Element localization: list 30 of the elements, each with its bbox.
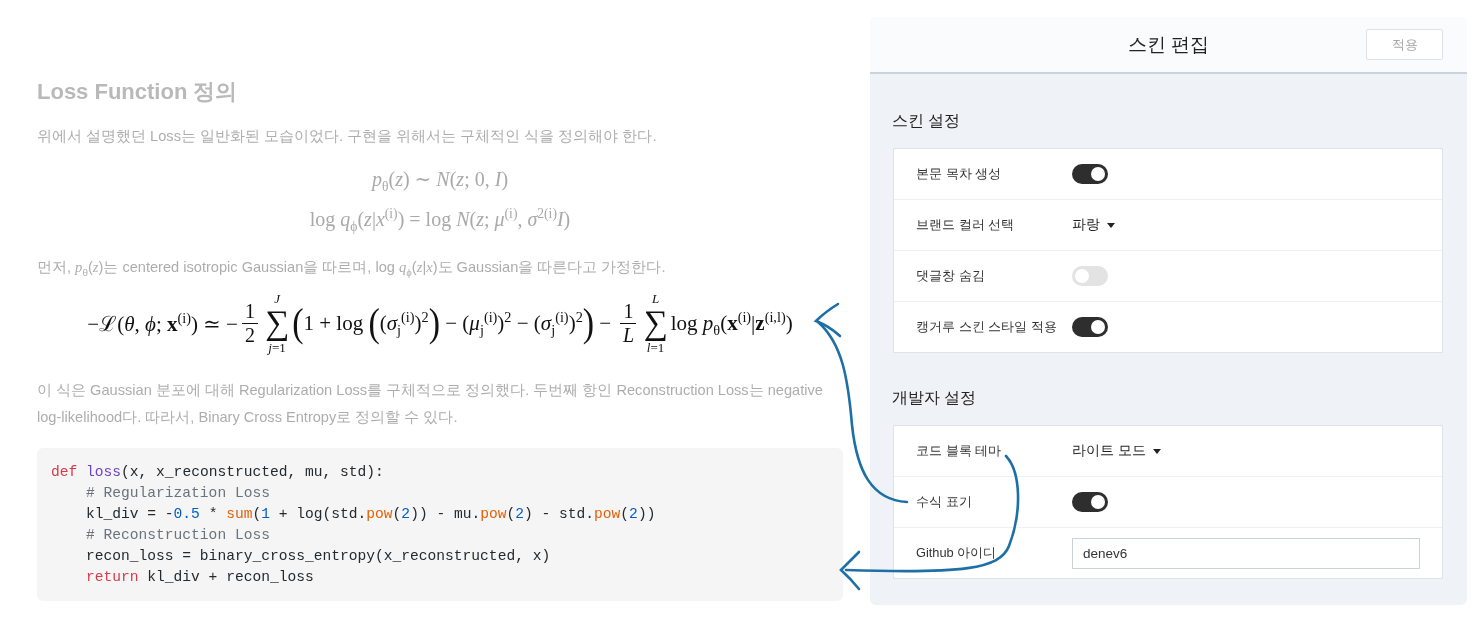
- setting-label: 코드 블록 테마: [916, 442, 1003, 460]
- code-line: kl_div = -0.5 * sum(1 + log(std.pow(2)) - mu.pow(2) - std.pow(2)): [86, 504, 656, 524]
- toggle-switch[interactable]: [1072, 317, 1108, 337]
- article-heading: Loss Function 정의: [37, 78, 238, 106]
- section-title: 개발자 설정: [892, 388, 977, 408]
- caret-icon: [1107, 222, 1115, 228]
- toggle-switch[interactable]: [1072, 266, 1108, 286]
- setting-label: 캥거루 스킨 스타일 적용: [916, 318, 1058, 336]
- toggle-switch[interactable]: [1072, 164, 1108, 184]
- setting-label: 댓글창 숨김: [916, 267, 986, 285]
- toggle-switch[interactable]: [1072, 492, 1108, 512]
- body-text: 먼저, p$_{θ}$(z)는 centered isotropic Gaussian을 따르며, log q$_{ϕ}$(z|x)도 Gaussian을 따른다고 가정한다.: [37, 258, 667, 280]
- setting-label: Github 아이디: [916, 544, 998, 562]
- panel-title: 스킨 편집: [1127, 32, 1210, 57]
- setting-label: 수식 표기: [916, 493, 973, 511]
- setting-label: 브랜드 컬러 선택: [916, 216, 1016, 234]
- setting-label: 본문 목차 생성: [916, 165, 1003, 183]
- code-line: return kl_div + recon_loss: [86, 567, 314, 587]
- caret-icon: [1152, 448, 1161, 454]
- text-field[interactable]: denev6: [1072, 537, 1420, 569]
- dropdown[interactable]: 라이트 모드: [1072, 442, 1161, 460]
- code-line: # Reconstruction Loss: [86, 525, 270, 545]
- code-line: # Regularization Loss: [86, 483, 270, 503]
- code-line: def loss(x, x_reconstructed, mu, std):: [51, 462, 384, 482]
- body-text: 위에서 설명했던 Loss는 일반화된 모습이었다. 구현을 위해서는 구체적인 식을 정의해야 한다.: [37, 127, 658, 146]
- dropdown[interactable]: 파랑: [1072, 216, 1115, 234]
- section-title: 스킨 설정: [892, 111, 961, 131]
- body-text: 이 식은 Gaussian 분포에 대해 Regularization Loss를 구체적으로 정의했다. 두번째 항인 Reconstruction Loss는 negative log-likelihood다. 따라서, Binary Cross Entropy로 정의할 수 있다.: [37, 381, 824, 427]
- math-formula: p$_{θ}$(z) ∼ N(z; 0, I): [371, 168, 509, 190]
- code-line: recon_loss = binary_cross_entropy(x_reconstructed, x): [86, 546, 551, 566]
